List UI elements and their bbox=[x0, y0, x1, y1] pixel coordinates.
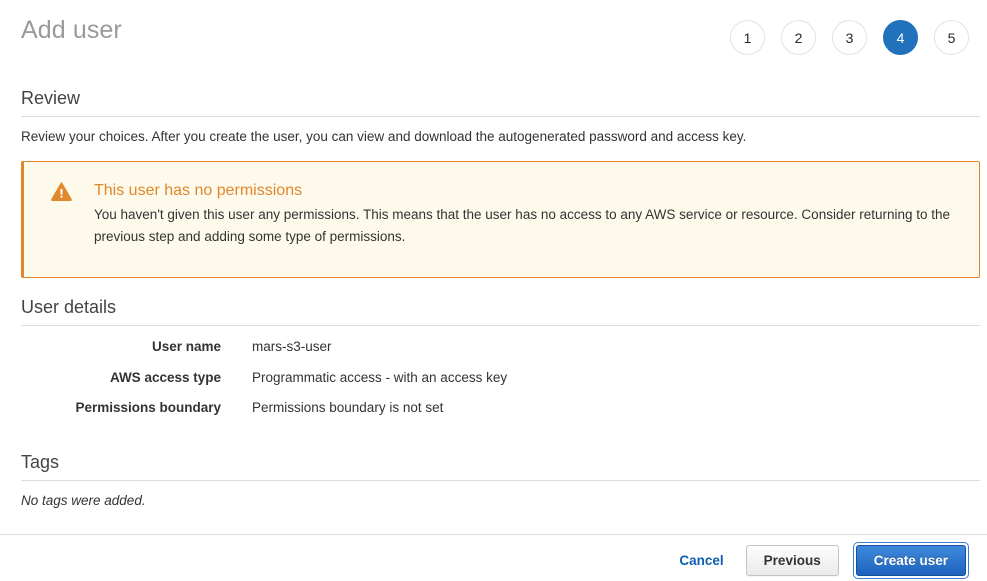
user-details-rows: User name mars-s3-user AWS access type P… bbox=[21, 326, 980, 431]
wizard-step-4[interactable]: 4 bbox=[883, 20, 918, 55]
detail-value-permissions-boundary: Permissions boundary is not set bbox=[252, 400, 443, 415]
user-details-heading: User details bbox=[21, 297, 980, 325]
detail-label-access-type: AWS access type bbox=[21, 370, 252, 385]
wizard-step-5[interactable]: 5 bbox=[934, 20, 969, 55]
user-details-section: User details User name mars-s3-user AWS … bbox=[21, 297, 980, 431]
create-user-button[interactable]: Create user bbox=[856, 545, 966, 576]
detail-value-access-type: Programmatic access - with an access key bbox=[252, 370, 507, 385]
detail-label-permissions-boundary: Permissions boundary bbox=[21, 400, 252, 415]
tags-heading: Tags bbox=[21, 452, 980, 480]
alert-heading: This user has no permissions bbox=[94, 180, 957, 201]
alert-text: You haven't given this user any permissi… bbox=[94, 201, 957, 247]
wizard-step-indicator: 1 2 3 4 5 bbox=[730, 20, 969, 55]
detail-value-user-name: mars-s3-user bbox=[252, 339, 332, 354]
footer-actions: Cancel Previous Create user bbox=[671, 542, 969, 579]
page-title: Add user bbox=[21, 16, 122, 45]
wizard-step-2[interactable]: 2 bbox=[781, 20, 816, 55]
detail-label-user-name: User name bbox=[21, 339, 252, 354]
table-row: User name mars-s3-user bbox=[21, 339, 980, 370]
footer-divider bbox=[0, 534, 987, 535]
tags-empty-message: No tags were added. bbox=[21, 481, 980, 508]
no-permissions-alert: This user has no permissions You haven't… bbox=[21, 161, 980, 278]
wizard-step-1[interactable]: 1 bbox=[730, 20, 765, 55]
tags-section: Tags No tags were added. bbox=[21, 452, 980, 508]
table-row: AWS access type Programmatic access - wi… bbox=[21, 370, 980, 401]
review-description: Review your choices. After you create th… bbox=[21, 117, 980, 146]
create-user-button-focus-ring: Create user bbox=[853, 542, 969, 579]
review-heading: Review bbox=[21, 88, 980, 116]
table-row: Permissions boundary Permissions boundar… bbox=[21, 400, 980, 431]
page-header: Add user 1 2 3 4 5 bbox=[0, 0, 987, 70]
review-section: Review Review your choices. After you cr… bbox=[21, 88, 980, 146]
previous-button[interactable]: Previous bbox=[746, 545, 839, 576]
cancel-button[interactable]: Cancel bbox=[671, 547, 731, 574]
alert-body: This user has no permissions You haven't… bbox=[94, 180, 957, 247]
wizard-step-3[interactable]: 3 bbox=[832, 20, 867, 55]
warning-triangle-icon bbox=[51, 182, 72, 201]
